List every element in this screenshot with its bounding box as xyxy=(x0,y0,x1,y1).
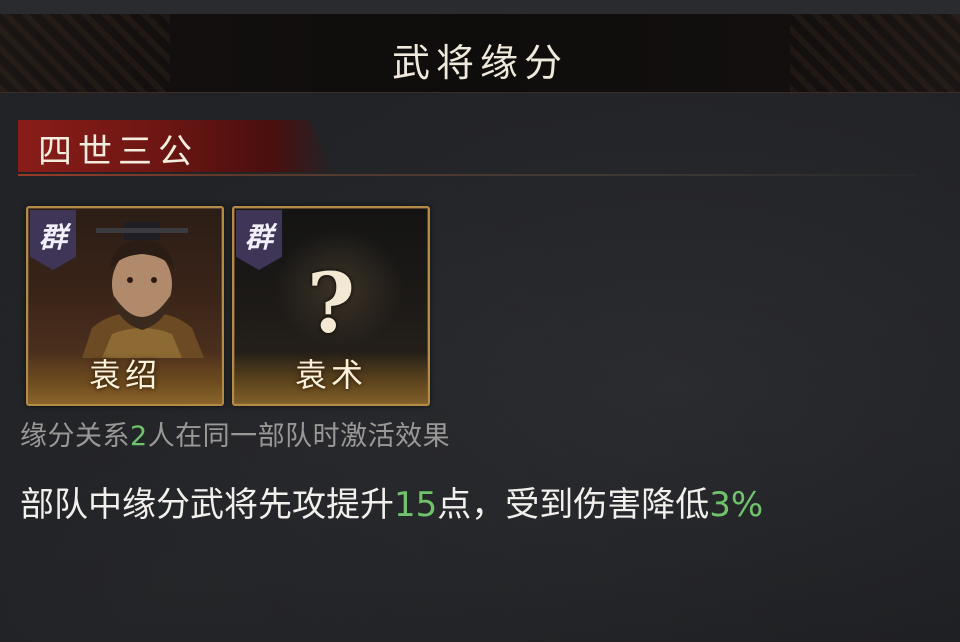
activation-condition: 缘分关系2人在同一部队时激活效果 xyxy=(20,414,450,453)
general-card-yuan-shao[interactable]: 群 袁绍 xyxy=(26,206,224,406)
faction-badge: 群 xyxy=(30,210,76,270)
question-mark-icon: ? xyxy=(306,256,356,352)
panel-header: 武将缘分 xyxy=(0,14,960,93)
bond-panel: 武将缘分 四世三公 群 袁绍 ? 群 袁术 缘分关系2人在同一部队时激活效果 部… xyxy=(0,0,960,642)
effect-percent: % xyxy=(730,485,764,525)
effect-text-1: 部队中缘分武将先攻提升 xyxy=(20,485,394,525)
condition-prefix: 缘分关系 xyxy=(20,421,130,452)
general-name: 袁术 xyxy=(294,356,367,394)
bond-name: 四世三公 xyxy=(38,132,198,172)
general-portrait-icon xyxy=(82,222,204,358)
effect-value-1: 15 xyxy=(394,485,438,525)
section-divider xyxy=(18,174,916,176)
panel-title: 武将缘分 xyxy=(391,41,568,85)
effect-value-2: 3 xyxy=(709,485,731,525)
general-name: 袁绍 xyxy=(88,356,161,394)
general-card-yuan-shu[interactable]: ? 群 袁术 xyxy=(232,206,430,406)
effect-text-2: 点，受到伤害降低 xyxy=(437,485,710,525)
condition-count: 2 xyxy=(130,421,148,452)
condition-suffix: 人在同一部队时激活效果 xyxy=(147,421,451,452)
bond-effect: 部队中缘分武将先攻提升15点，受到伤害降低3% xyxy=(20,480,930,530)
top-strip xyxy=(0,0,960,14)
